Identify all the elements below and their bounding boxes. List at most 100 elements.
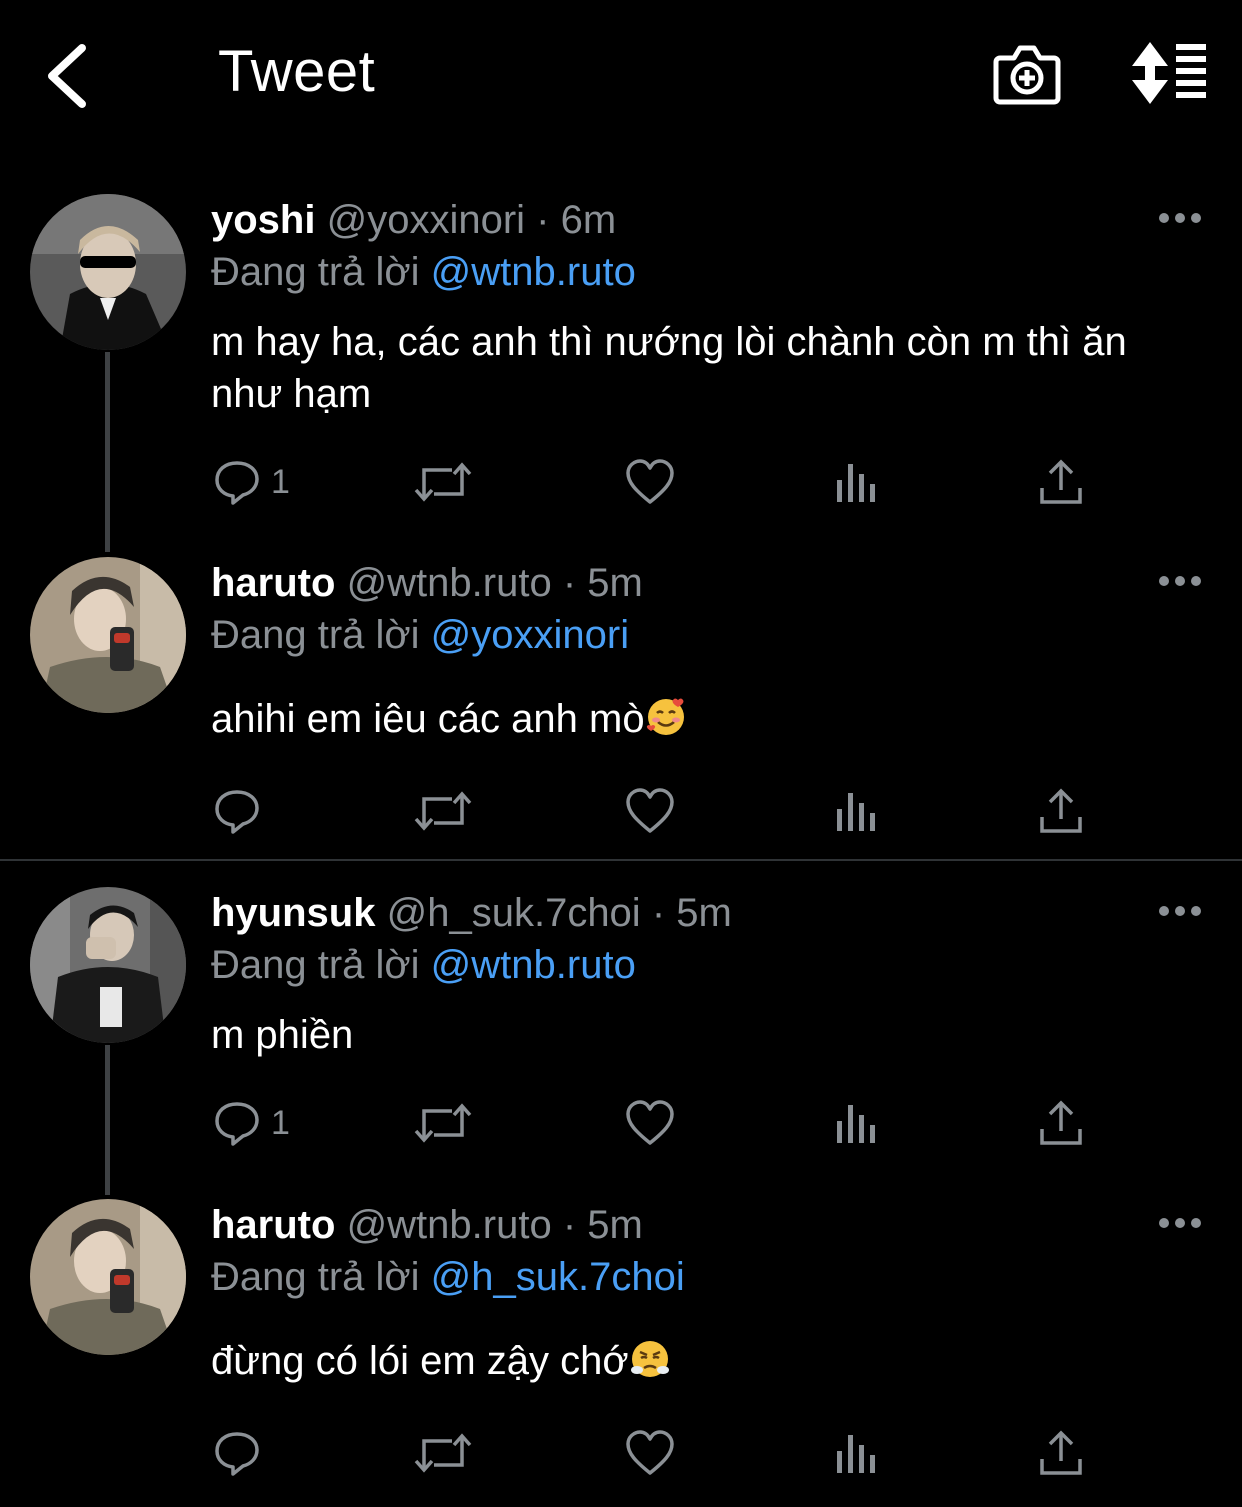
like-button[interactable] bbox=[625, 1095, 675, 1151]
display-name[interactable]: yoshi bbox=[211, 198, 315, 242]
like-button[interactable] bbox=[625, 1425, 675, 1481]
like-icon bbox=[626, 459, 674, 504]
analytics-button[interactable] bbox=[834, 1425, 878, 1481]
retweet-button[interactable] bbox=[414, 454, 472, 510]
share-icon bbox=[1040, 788, 1082, 833]
reply-count: 1 bbox=[271, 462, 290, 501]
retweet-button[interactable] bbox=[414, 1425, 472, 1481]
tweet-item[interactable]: yoshi @yoxxinori · 6m Đang trả lời @wtnb… bbox=[0, 194, 1242, 524]
tweet-meta: haruto @wtnb.ruto · 5m bbox=[211, 557, 643, 609]
replying-to: Đang trả lời @wtnb.ruto bbox=[211, 246, 636, 298]
more-icon[interactable] bbox=[1156, 208, 1204, 228]
avatar[interactable] bbox=[30, 557, 186, 713]
reply-icon bbox=[215, 461, 259, 505]
display-name[interactable]: hyunsuk bbox=[211, 891, 375, 935]
replying-to: Đang trả lời @wtnb.ruto bbox=[211, 939, 636, 991]
tweet-thread-screen: Tweet yoshi @yoxxinori · 6m Đang trả lời… bbox=[0, 0, 1242, 1507]
display-name[interactable]: haruto bbox=[211, 1203, 335, 1247]
share-icon bbox=[1040, 1100, 1082, 1145]
more-icon[interactable] bbox=[1156, 1213, 1204, 1233]
tweet-item[interactable]: haruto @wtnb.ruto · 5m Đang trả lời @yox… bbox=[0, 557, 1242, 857]
analytics-button[interactable] bbox=[834, 783, 878, 839]
replying-to-label: Đang trả lời bbox=[211, 613, 420, 657]
separator-dot: · bbox=[536, 198, 550, 242]
back-chevron-icon[interactable] bbox=[40, 40, 100, 110]
more-icon[interactable] bbox=[1156, 901, 1204, 921]
tweet-meta: haruto @wtnb.ruto · 5m bbox=[211, 1199, 643, 1251]
steam-nose-emoji bbox=[629, 1338, 671, 1393]
tweet-text: m phiền bbox=[211, 1013, 354, 1057]
mention-link[interactable]: @wtnb.ruto bbox=[431, 943, 636, 987]
smiling-hearts-emoji bbox=[645, 696, 687, 751]
retweet-icon bbox=[414, 1103, 472, 1143]
tweet-item[interactable]: haruto @wtnb.ruto · 5m Đang trả lời @h_s… bbox=[0, 1199, 1242, 1499]
retweet-icon bbox=[414, 462, 472, 502]
thread-divider bbox=[0, 859, 1242, 861]
analytics-button[interactable] bbox=[834, 454, 878, 510]
share-button[interactable] bbox=[1038, 454, 1084, 510]
user-handle: @wtnb.ruto bbox=[346, 561, 552, 605]
more-icon[interactable] bbox=[1156, 571, 1204, 591]
tweet-text: đừng có lói em zậy chớ bbox=[211, 1339, 629, 1383]
sort-icon[interactable] bbox=[1128, 40, 1210, 106]
user-handle: @yoxxinori bbox=[326, 198, 526, 242]
share-button[interactable] bbox=[1038, 1095, 1084, 1151]
avatar[interactable] bbox=[30, 1199, 186, 1355]
share-button[interactable] bbox=[1038, 783, 1084, 839]
tweet-text-container: ahihi em iêu các anh mò bbox=[211, 693, 1191, 751]
replying-to-label: Đang trả lời bbox=[211, 1255, 420, 1299]
separator-dot: · bbox=[562, 561, 577, 605]
display-name[interactable]: haruto bbox=[211, 561, 335, 605]
reply-button[interactable] bbox=[213, 1425, 271, 1481]
user-handle: @wtnb.ruto bbox=[346, 1203, 552, 1247]
mention-link[interactable]: @yoxxinori bbox=[431, 613, 629, 657]
mention-link[interactable]: @h_suk.7choi bbox=[431, 1255, 685, 1299]
reply-button[interactable]: 1 bbox=[213, 454, 290, 510]
analytics-icon bbox=[837, 1435, 875, 1473]
retweet-button[interactable] bbox=[414, 783, 472, 839]
tweet-text-container: đừng có lói em zậy chớ bbox=[211, 1335, 1191, 1393]
timestamp: 5m bbox=[587, 1203, 643, 1247]
analytics-icon bbox=[837, 1105, 875, 1143]
reply-icon bbox=[215, 1102, 259, 1146]
reply-button[interactable]: 1 bbox=[213, 1095, 290, 1151]
avatar[interactable] bbox=[30, 194, 186, 350]
top-bar: Tweet bbox=[0, 0, 1242, 150]
replying-to: Đang trả lời @yoxxinori bbox=[211, 609, 629, 661]
retweet-icon bbox=[414, 1433, 472, 1473]
reply-icon bbox=[215, 1432, 259, 1476]
tweet-item[interactable]: hyunsuk @h_suk.7choi · 5m Đang trả lời @… bbox=[0, 887, 1242, 1177]
tweet-actions bbox=[0, 1425, 1242, 1481]
like-button[interactable] bbox=[625, 783, 675, 839]
retweet-button[interactable] bbox=[414, 1095, 472, 1151]
separator-dot: · bbox=[651, 891, 666, 935]
like-icon bbox=[626, 1430, 674, 1475]
analytics-button[interactable] bbox=[834, 1095, 878, 1151]
timestamp: 6m bbox=[560, 198, 617, 242]
timestamp: 5m bbox=[587, 561, 643, 605]
analytics-icon bbox=[837, 793, 875, 831]
share-icon bbox=[1040, 459, 1082, 504]
tweet-meta: yoshi @yoxxinori · 6m bbox=[211, 194, 616, 246]
mention-link[interactable]: @wtnb.ruto bbox=[431, 250, 636, 294]
like-button[interactable] bbox=[625, 454, 675, 510]
retweet-icon bbox=[414, 791, 472, 831]
replying-to-label: Đang trả lời bbox=[211, 943, 420, 987]
tweet-actions bbox=[0, 783, 1242, 839]
avatar[interactable] bbox=[30, 887, 186, 1043]
replying-to: Đang trả lời @h_suk.7choi bbox=[211, 1251, 685, 1303]
tweet-meta: hyunsuk @h_suk.7choi · 5m bbox=[211, 887, 732, 939]
tweet-text: ahihi em iêu các anh mò bbox=[211, 697, 645, 741]
reply-icon bbox=[215, 790, 259, 834]
share-button[interactable] bbox=[1038, 1425, 1084, 1481]
like-icon bbox=[626, 788, 674, 833]
like-icon bbox=[626, 1100, 674, 1145]
tweet-text: m hay ha, các anh thì nướng lòi chành cò… bbox=[211, 320, 1127, 416]
reply-button[interactable] bbox=[213, 783, 271, 839]
tweet-actions: 1 bbox=[0, 1095, 1242, 1151]
share-icon bbox=[1040, 1430, 1082, 1475]
tweet-actions: 1 bbox=[0, 454, 1242, 510]
separator-dot: · bbox=[562, 1203, 577, 1247]
camera-add-icon[interactable] bbox=[990, 38, 1064, 108]
replying-to-label: Đang trả lời bbox=[211, 250, 420, 294]
